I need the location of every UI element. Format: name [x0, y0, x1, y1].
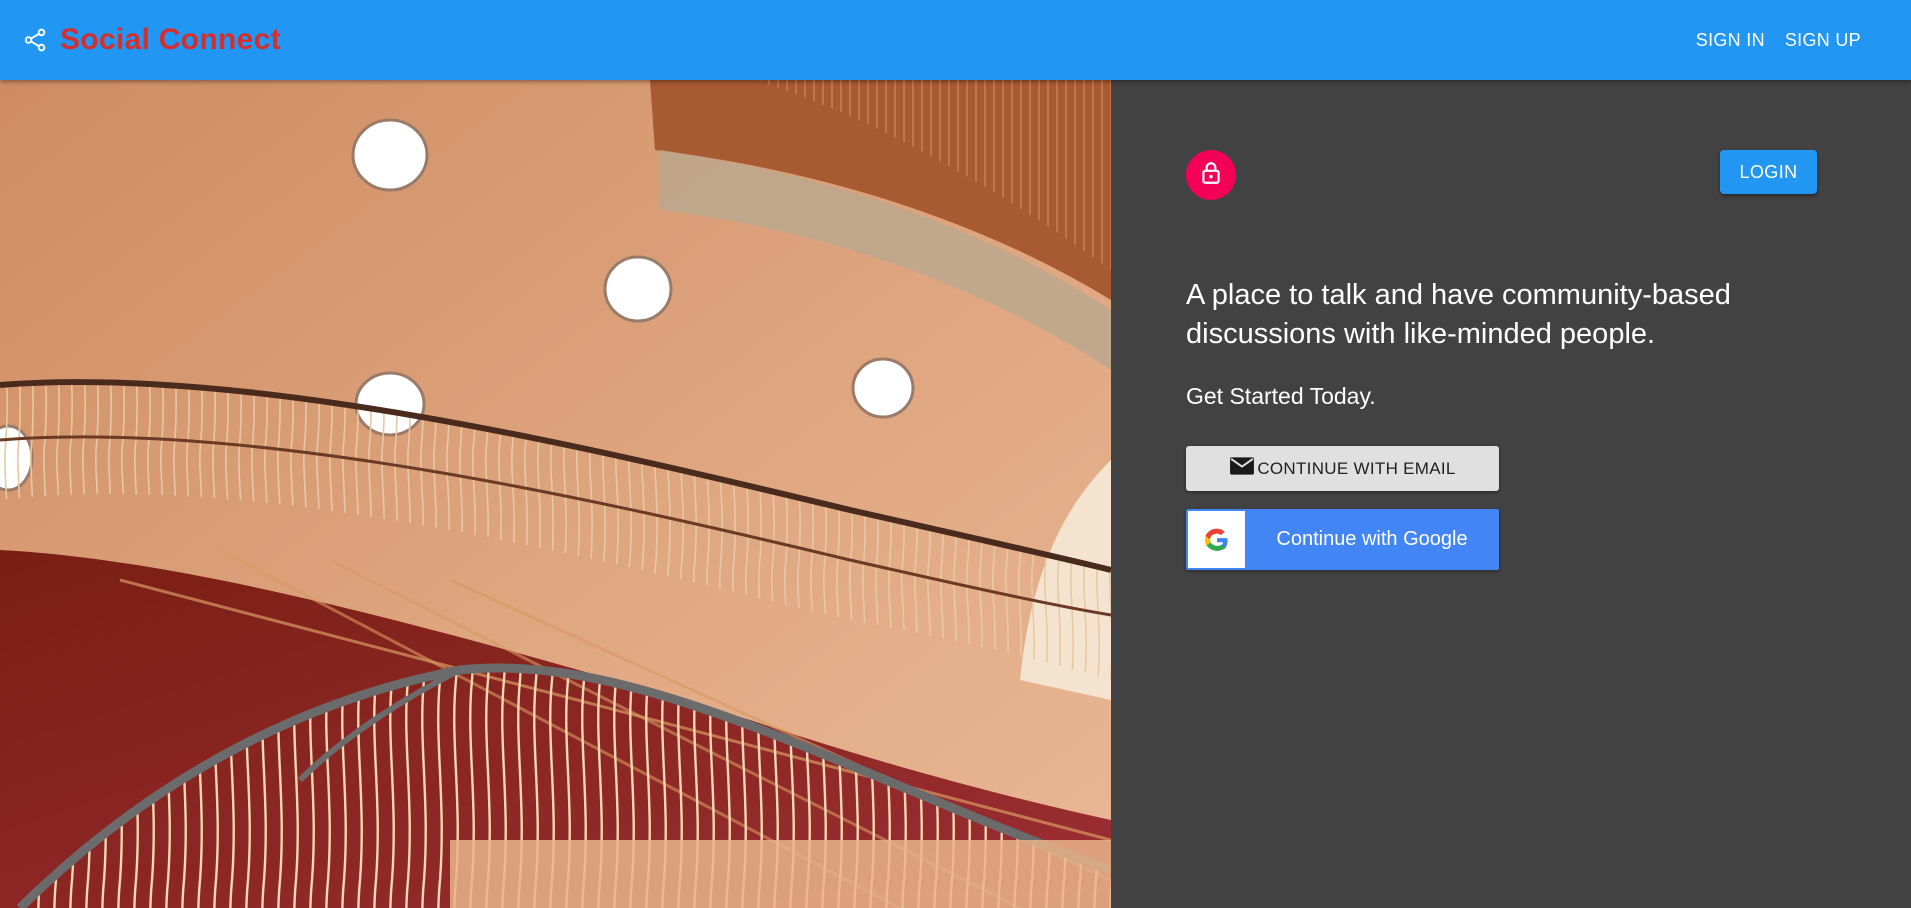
share-icon [22, 27, 48, 53]
top-nav: SIGN IN SIGN UP [1686, 26, 1871, 54]
google-g-icon [1188, 511, 1245, 568]
subhead: Get Started Today. [1186, 383, 1376, 409]
sign-in-link[interactable]: SIGN IN [1686, 26, 1775, 54]
auth-panel: LOGIN A place to talk and have community… [1111, 80, 1911, 908]
app-title: Social Connect [60, 23, 281, 56]
hero-image [0, 80, 1111, 908]
lock-avatar [1186, 150, 1236, 200]
login-button[interactable]: LOGIN [1720, 150, 1817, 194]
mail-icon [1229, 455, 1255, 482]
sign-up-link[interactable]: SIGN UP [1775, 26, 1871, 54]
continue-with-google-button[interactable]: Continue with Google [1186, 509, 1499, 570]
staircase-illustration [0, 80, 1111, 908]
google-button-label: Continue with Google [1276, 528, 1468, 550]
email-button-label: CONTINUE WITH EMAIL [1257, 458, 1456, 478]
app-bar: Social Connect SIGN IN SIGN UP [0, 0, 1911, 80]
brand[interactable]: Social Connect [22, 24, 281, 56]
continue-with-email-button[interactable]: CONTINUE WITH EMAIL [1186, 446, 1499, 491]
lock-icon [1198, 160, 1224, 191]
headline: A place to talk and have community-based… [1186, 279, 1731, 350]
